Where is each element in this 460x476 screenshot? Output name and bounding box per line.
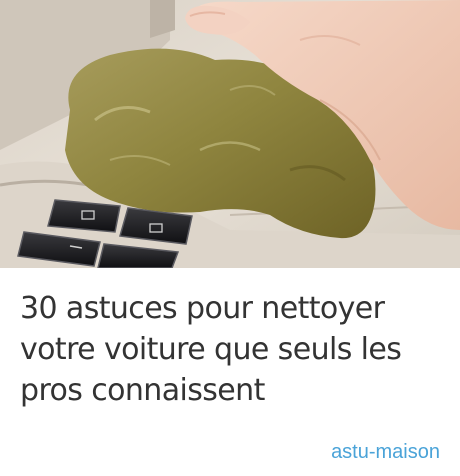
source-link[interactable]: astu-maison <box>331 440 440 464</box>
article-image[interactable] <box>0 0 460 268</box>
promo-card[interactable]: 30 astuces pour nettoyer votre voiture q… <box>0 0 460 476</box>
article-title[interactable]: 30 astuces pour nettoyer votre voiture q… <box>20 288 440 411</box>
car-door-photo <box>0 0 460 268</box>
